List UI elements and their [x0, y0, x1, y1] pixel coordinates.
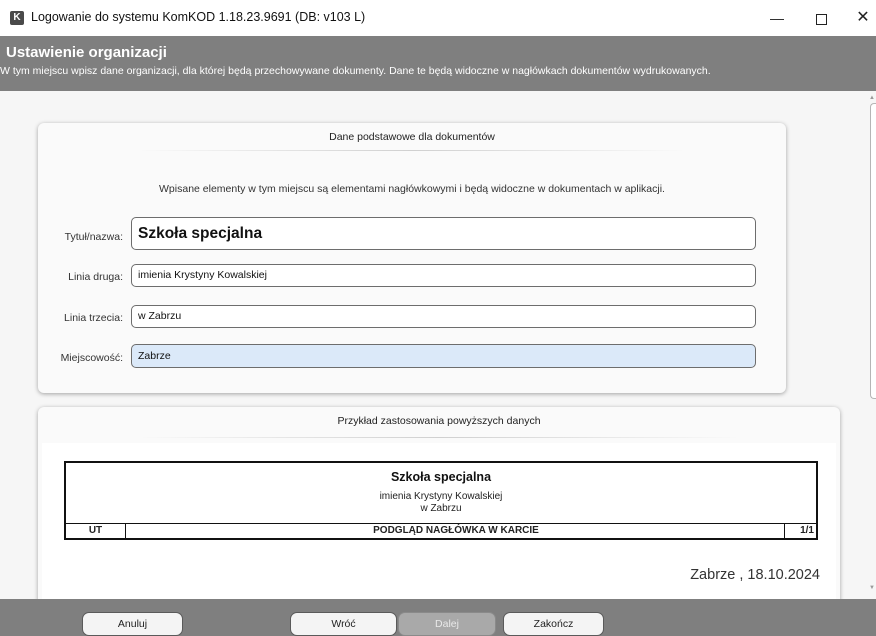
line3-label: Linia trzecia:	[64, 312, 123, 324]
scroll-down-arrow-icon[interactable]: ▼	[869, 585, 875, 591]
preview-header-bar: UT PODGLĄD NAGŁÓWKA W KARCIE 1/1	[66, 523, 816, 538]
preview-line2: imienia Krystyny Kowalskiej	[379, 491, 503, 502]
minimize-button[interactable]: —	[762, 6, 792, 30]
maximize-icon	[815, 13, 827, 25]
cancel-button[interactable]: Anuluj	[82, 612, 183, 636]
next-button[interactable]: Dalej	[398, 612, 496, 636]
preview-line3: w Zabrzu	[420, 503, 462, 514]
title-input[interactable]: Szkoła specjalna	[131, 217, 756, 250]
basic-data-note: Wpisane elementy w tym miejscu są elemen…	[159, 183, 665, 195]
title-label: Tytuł/nazwa:	[64, 231, 123, 243]
window-titlebar: K Logowanie do systemu KomKOD 1.18.23.96…	[0, 0, 876, 36]
preview-header-code: UT	[66, 524, 126, 538]
page-description: W tym miejscu wpisz dane organizacji, dl…	[0, 65, 711, 77]
preview-school-name: Szkoła specjalna	[390, 470, 492, 484]
document-header-preview: Szkoła specjalna imienia Krystyny Kowals…	[64, 461, 818, 540]
line2-label: Linia druga:	[68, 271, 123, 283]
vertical-scrollbar[interactable]	[870, 103, 876, 399]
city-input[interactable]: Zabrze	[131, 344, 756, 368]
preview-page: Szkoła specjalna imienia Krystyny Kowals…	[42, 443, 836, 599]
back-button[interactable]: Wróć	[290, 612, 397, 636]
page-title: Ustawienie organizacji	[6, 44, 167, 61]
line2-input[interactable]: imienia Krystyny Kowalskiej	[131, 264, 756, 287]
close-button[interactable]: ✕	[848, 6, 876, 30]
preview-date-line: Zabrze , 18.10.2024	[690, 567, 820, 583]
window-title: Logowanie do systemu KomKOD 1.18.23.9691…	[31, 10, 366, 24]
basic-data-panel-title: Dane podstawowe dla dokumentów	[329, 131, 495, 143]
panel-divider	[138, 437, 740, 438]
content-area: ▲ ▼ Dane podstawowe dla dokumentów Wpisa…	[0, 91, 876, 599]
page-header: Ustawienie organizacji W tym miejscu wpi…	[0, 36, 876, 91]
panel-divider	[138, 150, 686, 151]
app-logo-icon: K	[10, 11, 24, 25]
preview-header-caption: PODGLĄD NAGŁÓWKA W KARCIE	[373, 525, 539, 536]
scroll-up-arrow-icon[interactable]: ▲	[869, 95, 875, 101]
bottom-button-bar: Anuluj Wróć Dalej Zakończ	[0, 599, 876, 636]
preview-header-page: 1/1	[784, 524, 816, 538]
maximize-button[interactable]	[806, 6, 836, 30]
finish-button[interactable]: Zakończ	[503, 612, 604, 636]
city-label: Miejscowość:	[60, 352, 123, 364]
preview-panel: Przykład zastosowania powyższych danych …	[38, 407, 840, 599]
basic-data-panel: Dane podstawowe dla dokumentów Wpisane e…	[38, 123, 786, 393]
line3-input[interactable]: w Zabrzu	[131, 305, 756, 328]
preview-panel-title: Przykład zastosowania powyższych danych	[337, 415, 541, 427]
